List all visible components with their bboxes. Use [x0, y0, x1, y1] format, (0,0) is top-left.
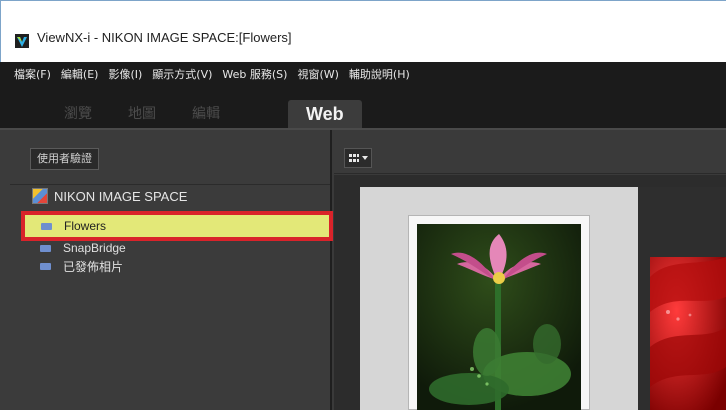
menu-help[interactable]: 輔助說明(H): [349, 66, 410, 82]
folder-icon: [40, 244, 51, 252]
left-panel: 使用者驗證 NIKON IMAGE SPACE Flowers SnapBrid…: [0, 130, 333, 410]
thumbnail-image-red-flower: [650, 257, 726, 410]
thumbnail-image-lotus: [417, 224, 581, 410]
workspace-tab-bar: 瀏覽 地圖 編輯 Web: [0, 86, 726, 130]
folder-icon: [40, 262, 51, 270]
tree-item-published-photos[interactable]: 已發佈相片: [40, 256, 123, 276]
menu-edit[interactable]: 編輯(E): [61, 66, 99, 82]
chevron-down-icon: [361, 156, 368, 160]
menu-window[interactable]: 視窗(W): [297, 66, 338, 82]
thumbnail-grid: [334, 175, 726, 410]
tree-item-flowers[interactable]: Flowers: [21, 211, 333, 241]
title-bar: ViewNX-i - NIKON IMAGE SPACE:[Flowers]: [0, 0, 726, 62]
thumbnail-toolbar: [334, 130, 726, 174]
tree-item-label: 已發佈相片: [63, 259, 124, 274]
tree-item-label: Flowers: [64, 219, 107, 233]
app-icon: [15, 34, 29, 48]
menu-image[interactable]: 影像(I): [108, 66, 142, 82]
tab-edit[interactable]: 編輯: [180, 100, 232, 128]
thumbnail-frame: [408, 215, 590, 410]
tree-root-label: NIKON IMAGE SPACE: [54, 188, 188, 204]
main-content-area: [334, 130, 726, 410]
grid-icon: [348, 154, 359, 162]
tree-item-snapbridge[interactable]: SnapBridge: [40, 238, 126, 258]
app-window: ViewNX-i - NIKON IMAGE SPACE:[Flowers] 檔…: [0, 0, 726, 410]
tree-item-label: SnapBridge: [63, 241, 126, 255]
user-authentication-button[interactable]: 使用者驗證: [30, 148, 99, 170]
thumbnail-cell[interactable]: [638, 187, 726, 410]
panel-divider: [10, 184, 330, 185]
thumbnail-cell[interactable]: [360, 187, 638, 410]
folder-icon: [41, 222, 52, 230]
menu-bar: 檔案(F) 編輯(E) 影像(I) 顯示方式(V) Web 服務(S) 視窗(W…: [0, 62, 726, 86]
tab-map[interactable]: 地圖: [116, 100, 168, 128]
window-title: ViewNX-i - NIKON IMAGE SPACE:[Flowers]: [37, 30, 292, 45]
tab-web[interactable]: Web: [288, 100, 362, 128]
tree-root-nikon-image-space[interactable]: NIKON IMAGE SPACE: [32, 188, 187, 204]
nikon-image-space-icon: [32, 188, 48, 204]
menu-view[interactable]: 顯示方式(V): [152, 66, 212, 82]
view-mode-button[interactable]: [344, 148, 372, 168]
tab-browse[interactable]: 瀏覽: [52, 100, 104, 128]
menu-file[interactable]: 檔案(F): [14, 66, 51, 82]
menu-web-services[interactable]: Web 服務(S): [222, 66, 287, 82]
